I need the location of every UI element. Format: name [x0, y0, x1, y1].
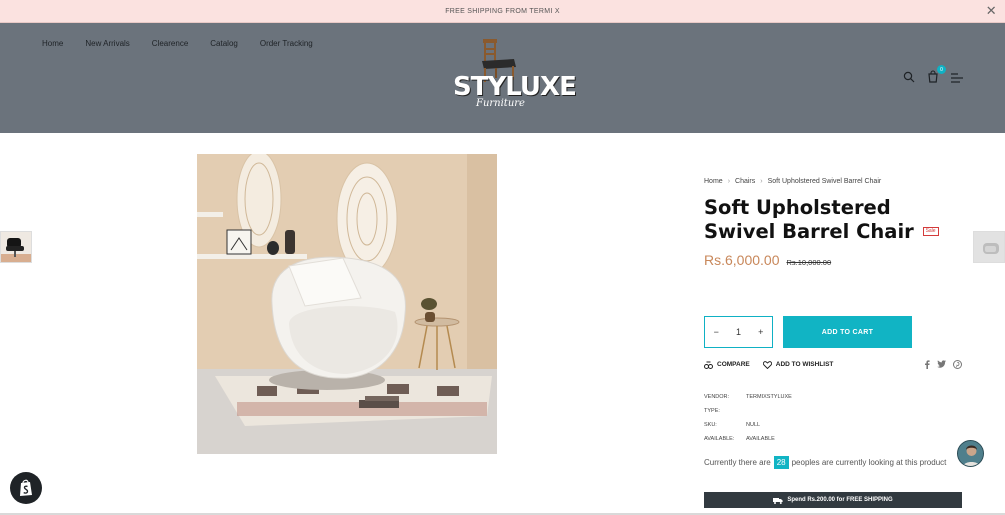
meta-row-available: AVAILABLE: AVAILABLE: [704, 432, 792, 446]
breadcrumb-separator: ›: [760, 178, 763, 185]
breadcrumb: Home › Chairs › Soft Upholstered Swivel …: [704, 178, 964, 185]
next-product-thumbnail[interactable]: [973, 231, 1005, 263]
compare-label: COMPARE: [717, 361, 750, 368]
chat-avatar[interactable]: [957, 440, 984, 467]
announcement-bar: FREE SHIPPING FROM TERMI X ✕: [0, 0, 1005, 23]
menu-icon[interactable]: [951, 70, 965, 84]
compare-at-price: Rs.10,000.00: [786, 258, 832, 267]
compare-icon: [704, 361, 713, 369]
cart-count-badge: 0: [937, 65, 946, 74]
add-to-cart-button[interactable]: ADD TO CART: [783, 316, 912, 348]
header-icons: 0: [903, 65, 965, 84]
main-nav: Home New Arrivals Clearence Catalog Orde…: [42, 39, 335, 48]
product-meta: VENDOR: TERMIXSTYLUXE TYPE: SKU: NULL AV…: [704, 390, 792, 446]
close-icon[interactable]: ✕: [986, 4, 997, 18]
breadcrumb-category[interactable]: Chairs: [735, 178, 755, 185]
meta-row-type: TYPE:: [704, 404, 792, 418]
nav-item-home[interactable]: Home: [42, 39, 63, 48]
twitter-icon[interactable]: [937, 360, 946, 368]
nav-item-order-tracking[interactable]: Order Tracking: [260, 39, 313, 48]
quantity-input[interactable]: 1: [736, 327, 741, 337]
meta-value: AVAILABLE: [746, 436, 775, 442]
meta-row-vendor: VENDOR: TERMIXSTYLUXE: [704, 390, 792, 404]
live-viewers: Currently there are 28 peoples are curre…: [704, 456, 946, 469]
pinterest-icon[interactable]: [953, 360, 962, 369]
free-shipping-text: Spend Rs.200.00 for FREE SHIPPING: [787, 497, 893, 503]
logo-script-text: Furniture: [476, 98, 525, 109]
quantity-increase-button[interactable]: +: [758, 327, 763, 337]
product-actions: COMPARE ADD TO WISHLIST: [704, 360, 962, 369]
viewers-prefix: Currently there are: [704, 458, 771, 467]
breadcrumb-current: Soft Upholstered Swivel Barrel Chair: [767, 178, 882, 185]
site-logo[interactable]: STYLUXE Furniture: [450, 36, 577, 118]
meta-row-sku: SKU: NULL: [704, 418, 792, 432]
truck-icon: [773, 497, 783, 504]
product-price: Rs.6,000.00: [704, 252, 780, 268]
announcement-text: FREE SHIPPING FROM TERMI X: [445, 7, 560, 15]
nav-item-clearence[interactable]: Clearence: [152, 39, 188, 48]
add-to-wishlist-button[interactable]: ADD TO WISHLIST: [762, 360, 834, 369]
facebook-icon[interactable]: [924, 360, 930, 369]
breadcrumb-home[interactable]: Home: [704, 178, 723, 185]
product-image[interactable]: [197, 154, 497, 454]
sale-badge: Sale: [922, 227, 939, 236]
product-info: Home › Chairs › Soft Upholstered Swivel …: [704, 178, 964, 508]
quantity-decrease-button[interactable]: −: [714, 327, 719, 337]
meta-key: SKU:: [704, 422, 717, 428]
shopify-icon[interactable]: [10, 472, 42, 504]
site-header: Home New Arrivals Clearence Catalog Orde…: [0, 23, 1005, 133]
price-block: Rs.6,000.00 Rs.10,000.00: [704, 252, 964, 268]
cart-icon[interactable]: 0: [927, 65, 946, 84]
meta-value: NULL: [746, 422, 761, 428]
viewers-count: 28: [773, 456, 789, 469]
heart-icon: [762, 360, 772, 369]
breadcrumb-separator: ›: [727, 178, 731, 185]
free-shipping-bar: Spend Rs.200.00 for FREE SHIPPING: [704, 492, 962, 508]
wishlist-label: ADD TO WISHLIST: [775, 361, 834, 368]
product-title: Soft Upholstered Swivel Barrel Chair Sal…: [704, 196, 964, 244]
viewers-suffix: peoples are currently looking at this pr…: [791, 458, 947, 467]
meta-key: TYPE:: [704, 408, 720, 414]
meta-key: VENDOR:: [704, 394, 730, 400]
product-title-text: Soft Upholstered Swivel Barrel Chair: [704, 196, 914, 243]
prev-product-thumbnail[interactable]: [0, 231, 32, 263]
nav-item-new-arrivals[interactable]: New Arrivals: [85, 39, 129, 48]
search-icon[interactable]: [903, 70, 917, 84]
nav-item-catalog[interactable]: Catalog: [210, 39, 238, 48]
meta-key: AVAILABLE:: [704, 436, 735, 442]
quantity-stepper: − 1 +: [704, 316, 773, 348]
meta-value: TERMIXSTYLUXE: [746, 394, 792, 400]
share-links: [924, 360, 962, 369]
compare-button[interactable]: COMPARE: [704, 361, 750, 369]
